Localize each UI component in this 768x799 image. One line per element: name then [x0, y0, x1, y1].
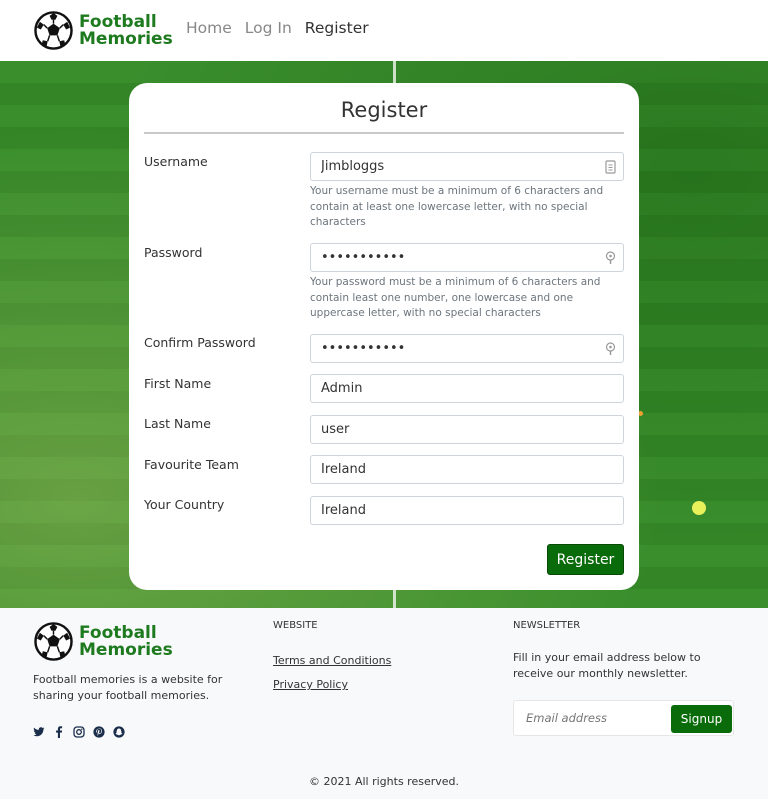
form-title: Register — [340, 98, 428, 122]
confirm-password-label: Confirm Password — [144, 335, 256, 350]
pinterest-icon[interactable] — [93, 726, 105, 738]
nav-home[interactable]: Home — [186, 19, 232, 37]
last-name-field[interactable] — [310, 415, 624, 444]
main-nav: Home Log In Register — [186, 19, 369, 37]
confirm-password-field[interactable] — [310, 334, 624, 363]
privacy-link[interactable]: Privacy Policy — [273, 678, 348, 691]
nav-login[interactable]: Log In — [245, 19, 292, 37]
register-card: Register Username Your username must be … — [129, 83, 639, 590]
last-name-label: Last Name — [144, 416, 211, 431]
logo-line1: Football — [79, 11, 157, 32]
site-logo[interactable]: Football Memories — [34, 11, 173, 50]
favourite-team-label: Favourite Team — [144, 457, 239, 472]
signup-button[interactable]: Signup — [671, 705, 732, 733]
country-field[interactable] — [310, 496, 624, 525]
first-name-label: First Name — [144, 376, 212, 391]
footer-description: Football memories is a website for shari… — [33, 673, 223, 702]
snapchat-icon[interactable] — [113, 726, 125, 738]
logo-line2: Memories — [79, 28, 173, 49]
confirm-password-input[interactable] — [311, 335, 623, 362]
newsletter-heading: NEWSLETTER — [513, 620, 581, 631]
username-field[interactable] — [310, 152, 624, 181]
twitter-icon[interactable] — [33, 726, 45, 738]
football-icon — [34, 11, 73, 50]
last-name-input[interactable] — [311, 416, 623, 443]
facebook-icon[interactable] — [53, 726, 65, 738]
id-card-icon — [605, 160, 616, 174]
copyright: © 2021 All rights reserved. — [308, 775, 460, 788]
logo-line1: Football — [79, 622, 157, 643]
password-input[interactable] — [311, 244, 623, 271]
instagram-icon[interactable] — [73, 726, 85, 738]
country-input[interactable] — [311, 497, 623, 524]
first-name-field[interactable] — [310, 374, 624, 403]
website-heading: WEBSITE — [273, 620, 318, 631]
football-icon — [34, 622, 73, 661]
terms-link[interactable]: Terms and Conditions — [273, 654, 391, 667]
player-figure — [692, 501, 706, 515]
newsletter-text: Fill in your email address below to rece… — [513, 651, 701, 680]
register-button[interactable]: Register — [547, 544, 624, 575]
favourite-team-input[interactable] — [311, 456, 623, 483]
newsletter-form: Signup — [513, 700, 734, 736]
logo-text: Football Memories — [79, 11, 173, 49]
password-field[interactable] — [310, 243, 624, 272]
username-label: Username — [144, 154, 208, 169]
favourite-team-field[interactable] — [310, 455, 624, 484]
social-links — [33, 726, 125, 738]
username-input[interactable] — [311, 153, 623, 180]
title-divider — [144, 132, 624, 134]
footer: Football Memories Football memories is a… — [0, 608, 768, 799]
username-help: Your username must be a minimum of 6 cha… — [310, 185, 604, 228]
country-label: Your Country — [144, 497, 225, 512]
navbar: Football Memories Home Log In Register — [0, 0, 768, 61]
key-icon — [605, 342, 616, 355]
logo-text: Football Memories — [79, 622, 173, 660]
email-input[interactable] — [514, 701, 669, 735]
password-label: Password — [144, 245, 203, 260]
first-name-input[interactable] — [311, 375, 623, 402]
nav-register[interactable]: Register — [305, 19, 369, 37]
footer-logo[interactable]: Football Memories — [34, 622, 173, 661]
password-help: Your password must be a minimum of 6 cha… — [310, 276, 601, 319]
logo-line2: Memories — [79, 639, 173, 660]
key-icon — [605, 251, 616, 264]
